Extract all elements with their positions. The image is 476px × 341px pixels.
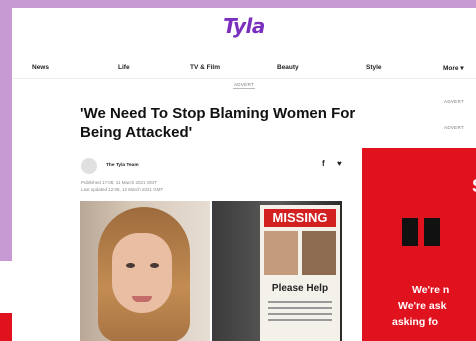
poster-text-line — [268, 313, 332, 315]
published-date: Published 17:08, 11 March 2021 GMT — [81, 180, 157, 185]
nav-item-more[interactable]: More ▾ — [443, 64, 464, 72]
promo-red-panel[interactable]: S We're n We're ask asking fo — [362, 148, 476, 341]
updated-date: Last updated 12:08, 12 March 2021 GMT — [81, 187, 164, 192]
author-avatar[interactable] — [81, 158, 97, 174]
nav-item-beauty[interactable]: Beauty — [277, 64, 299, 71]
nav-item-life[interactable]: Life — [118, 64, 130, 71]
nav-item-tv-film[interactable]: TV & Film — [190, 64, 220, 71]
poster-text-line — [268, 319, 332, 321]
article-photo-woman — [80, 201, 210, 341]
author-name[interactable]: The Tyla Team — [106, 163, 139, 168]
chevron-down-icon: ▾ — [460, 65, 464, 72]
advert-label-top: ADVERT — [12, 82, 476, 89]
quote-mark-icon — [402, 218, 418, 246]
nav-divider — [12, 78, 476, 79]
poster-title: MISSING — [264, 209, 336, 227]
article-photo-missing-poster: MISSING Please Help — [212, 201, 342, 341]
promo-line-2: We're ask — [398, 300, 447, 312]
advert-label-side-2: ADVERT — [444, 125, 464, 130]
nav-item-news[interactable]: News — [32, 64, 49, 71]
nav-item-style[interactable]: Style — [366, 64, 382, 71]
advert-underline — [233, 88, 255, 89]
article-headline: 'We Need To Stop Blaming Women For Being… — [80, 105, 356, 141]
advert-label-side-1: ADVERT — [444, 99, 464, 104]
poster-text-line — [268, 307, 332, 309]
promo-line-3: asking fo — [392, 316, 439, 328]
advert-label-text: ADVERT — [234, 82, 254, 87]
poster-text-line — [268, 301, 332, 303]
photo-mouth — [132, 296, 152, 302]
browser-page: Tyla News Life TV & Film Beauty Style Mo… — [12, 8, 476, 341]
nav-more-label: More — [443, 65, 459, 72]
site-logo[interactable]: Tyla — [12, 14, 476, 38]
poster-subtitle: Please Help — [271, 283, 329, 294]
photo-eye-left — [126, 263, 135, 268]
background-window-edge — [0, 261, 12, 341]
background-red-band — [0, 313, 12, 341]
photo-eye-right — [150, 263, 159, 268]
twitter-share-icon[interactable]: ♥ — [337, 159, 342, 168]
quote-mark-icon — [424, 218, 440, 246]
main-nav: News Life TV & Film Beauty Style More ▾ — [12, 62, 476, 76]
facebook-share-icon[interactable]: f — [322, 159, 325, 168]
poster-photo-2 — [302, 231, 336, 275]
poster-photo-1 — [264, 231, 298, 275]
promo-letter: S — [472, 176, 476, 197]
missing-poster: MISSING Please Help — [260, 205, 340, 341]
promo-line-1: We're n — [412, 284, 450, 296]
